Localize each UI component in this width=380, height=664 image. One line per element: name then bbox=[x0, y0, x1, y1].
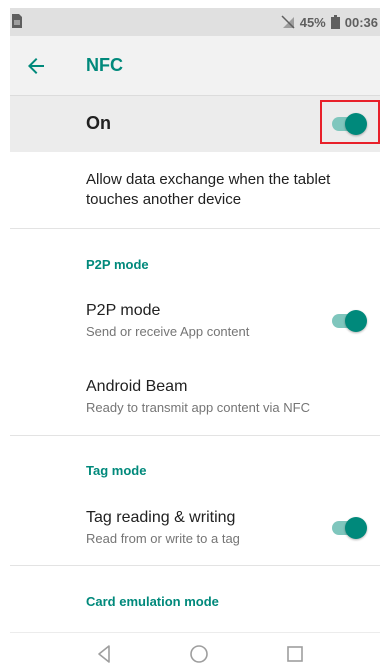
master-switch-label: On bbox=[86, 113, 111, 133]
pref-subtitle: Send or receive App content bbox=[86, 324, 250, 339]
status-bar: 45% 00:36 bbox=[10, 8, 380, 36]
master-toggle[interactable] bbox=[332, 111, 368, 135]
no-signal-icon bbox=[281, 15, 295, 29]
pref-title: P2P mode bbox=[86, 302, 161, 319]
battery-percent: 45% bbox=[299, 14, 326, 30]
section-header-card-emulation: Card emulation mode bbox=[86, 594, 219, 609]
app-bar: NFC bbox=[10, 36, 380, 96]
nav-back-icon[interactable] bbox=[94, 643, 116, 664]
pref-title: Tag reading & writing bbox=[86, 509, 236, 526]
sim-card-icon bbox=[12, 14, 22, 28]
toggle-thumb bbox=[345, 310, 367, 332]
divider bbox=[10, 565, 380, 566]
p2p-mode-toggle[interactable] bbox=[332, 308, 368, 332]
nfc-description: Allow data exchange when the tablet touc… bbox=[86, 171, 331, 208]
divider bbox=[10, 228, 380, 229]
toggle-thumb bbox=[345, 517, 367, 539]
navigation-bar bbox=[10, 632, 380, 664]
pref-title: Android Beam bbox=[86, 378, 188, 395]
status-right-group: 45% 00:36 bbox=[281, 8, 378, 36]
pref-subtitle: Ready to transmit app content via NFC bbox=[86, 400, 310, 415]
arrow-back-icon[interactable] bbox=[24, 54, 48, 78]
status-time: 00:36 bbox=[344, 14, 378, 30]
section-header-p2p: P2P mode bbox=[86, 257, 149, 272]
tag-reading-toggle[interactable] bbox=[332, 515, 368, 539]
master-switch-bar[interactable]: On bbox=[10, 96, 380, 152]
pref-android-beam[interactable]: Android Beam Ready to transmit app conte… bbox=[10, 378, 380, 438]
battery-icon bbox=[330, 15, 340, 29]
pref-p2p-mode[interactable]: P2P mode Send or receive App content bbox=[10, 302, 380, 362]
nav-home-icon[interactable] bbox=[188, 643, 210, 664]
toggle-thumb bbox=[345, 113, 367, 135]
pref-subtitle: Read from or write to a tag bbox=[86, 531, 240, 546]
divider bbox=[10, 435, 380, 436]
page-title: NFC bbox=[86, 55, 123, 75]
pref-tag-reading-writing[interactable]: Tag reading & writing Read from or write… bbox=[10, 509, 380, 569]
nav-recents-icon[interactable] bbox=[284, 643, 306, 664]
section-header-tag: Tag mode bbox=[86, 463, 147, 478]
